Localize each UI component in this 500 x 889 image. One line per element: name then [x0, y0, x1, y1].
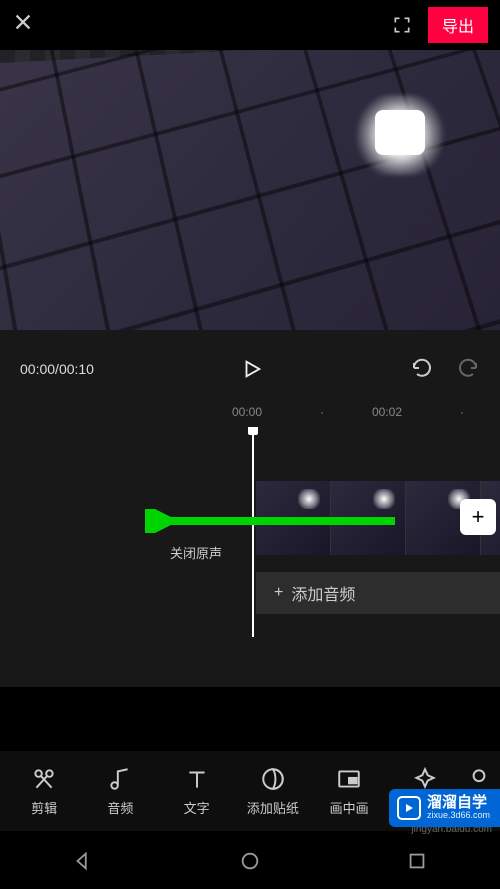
tool-label: 添加贴纸	[247, 798, 299, 817]
watermark-badge: 溜溜自学 zixue.3d66.com	[389, 789, 500, 827]
playback-controls: 00:00/00:10	[0, 330, 500, 401]
fullscreen-icon[interactable]	[392, 15, 412, 35]
watermark-brand: 溜溜自学	[427, 795, 490, 812]
ruler-dot: ·	[320, 405, 324, 419]
total-time: 00:10	[59, 361, 94, 377]
header: 导出	[0, 0, 500, 50]
undo-icon[interactable]	[410, 354, 434, 383]
close-icon[interactable]	[12, 11, 34, 40]
tool-edit[interactable]: 剪辑	[6, 766, 82, 817]
current-time: 00:00	[20, 361, 55, 377]
preview-frame	[0, 50, 500, 330]
preview-light	[375, 110, 425, 155]
redo-icon[interactable]	[456, 354, 480, 383]
header-actions: 导出	[392, 7, 488, 43]
history-controls	[410, 354, 480, 383]
export-button[interactable]: 导出	[428, 7, 488, 43]
video-preview[interactable]	[0, 50, 500, 330]
tool-pip[interactable]: 画中画	[311, 766, 387, 817]
ruler-mark: 00:00	[232, 405, 262, 419]
tool-label: 剪辑	[31, 798, 57, 817]
mute-original-audio-label[interactable]: 关闭原声	[170, 543, 222, 562]
ruler-mark: 00:02	[372, 405, 402, 419]
nav-back-icon[interactable]	[72, 850, 94, 877]
nav-home-icon[interactable]	[239, 850, 261, 877]
add-audio-button[interactable]: + 添加音频	[256, 572, 500, 614]
time-ruler[interactable]: 00:00 · 00:02 ·	[0, 401, 500, 427]
tool-label: 画中画	[330, 798, 369, 817]
watermark-url: zixue.3d66.com	[427, 811, 490, 821]
add-audio-label: 添加音频	[291, 581, 355, 605]
tool-label: 音频	[107, 798, 133, 817]
add-clip-button[interactable]: +	[460, 499, 496, 535]
tool-audio[interactable]: 音频	[82, 766, 158, 817]
watermark-play-icon	[397, 796, 421, 820]
tool-label: 文字	[184, 798, 210, 817]
plus-icon: +	[274, 584, 283, 602]
nav-recent-icon[interactable]	[406, 850, 428, 877]
annotation-arrow	[145, 509, 405, 533]
android-nav-bar	[0, 837, 500, 889]
tool-text[interactable]: 文字	[159, 766, 235, 817]
play-button[interactable]	[241, 356, 263, 382]
watermark-text: 溜溜自学 zixue.3d66.com	[427, 795, 490, 821]
timecode: 00:00/00:10	[20, 361, 94, 377]
tool-sticker[interactable]: 添加贴纸	[235, 766, 311, 817]
ruler-dot: ·	[460, 405, 464, 419]
timeline[interactable]: 关闭原声 + + 添加音频	[0, 427, 500, 687]
